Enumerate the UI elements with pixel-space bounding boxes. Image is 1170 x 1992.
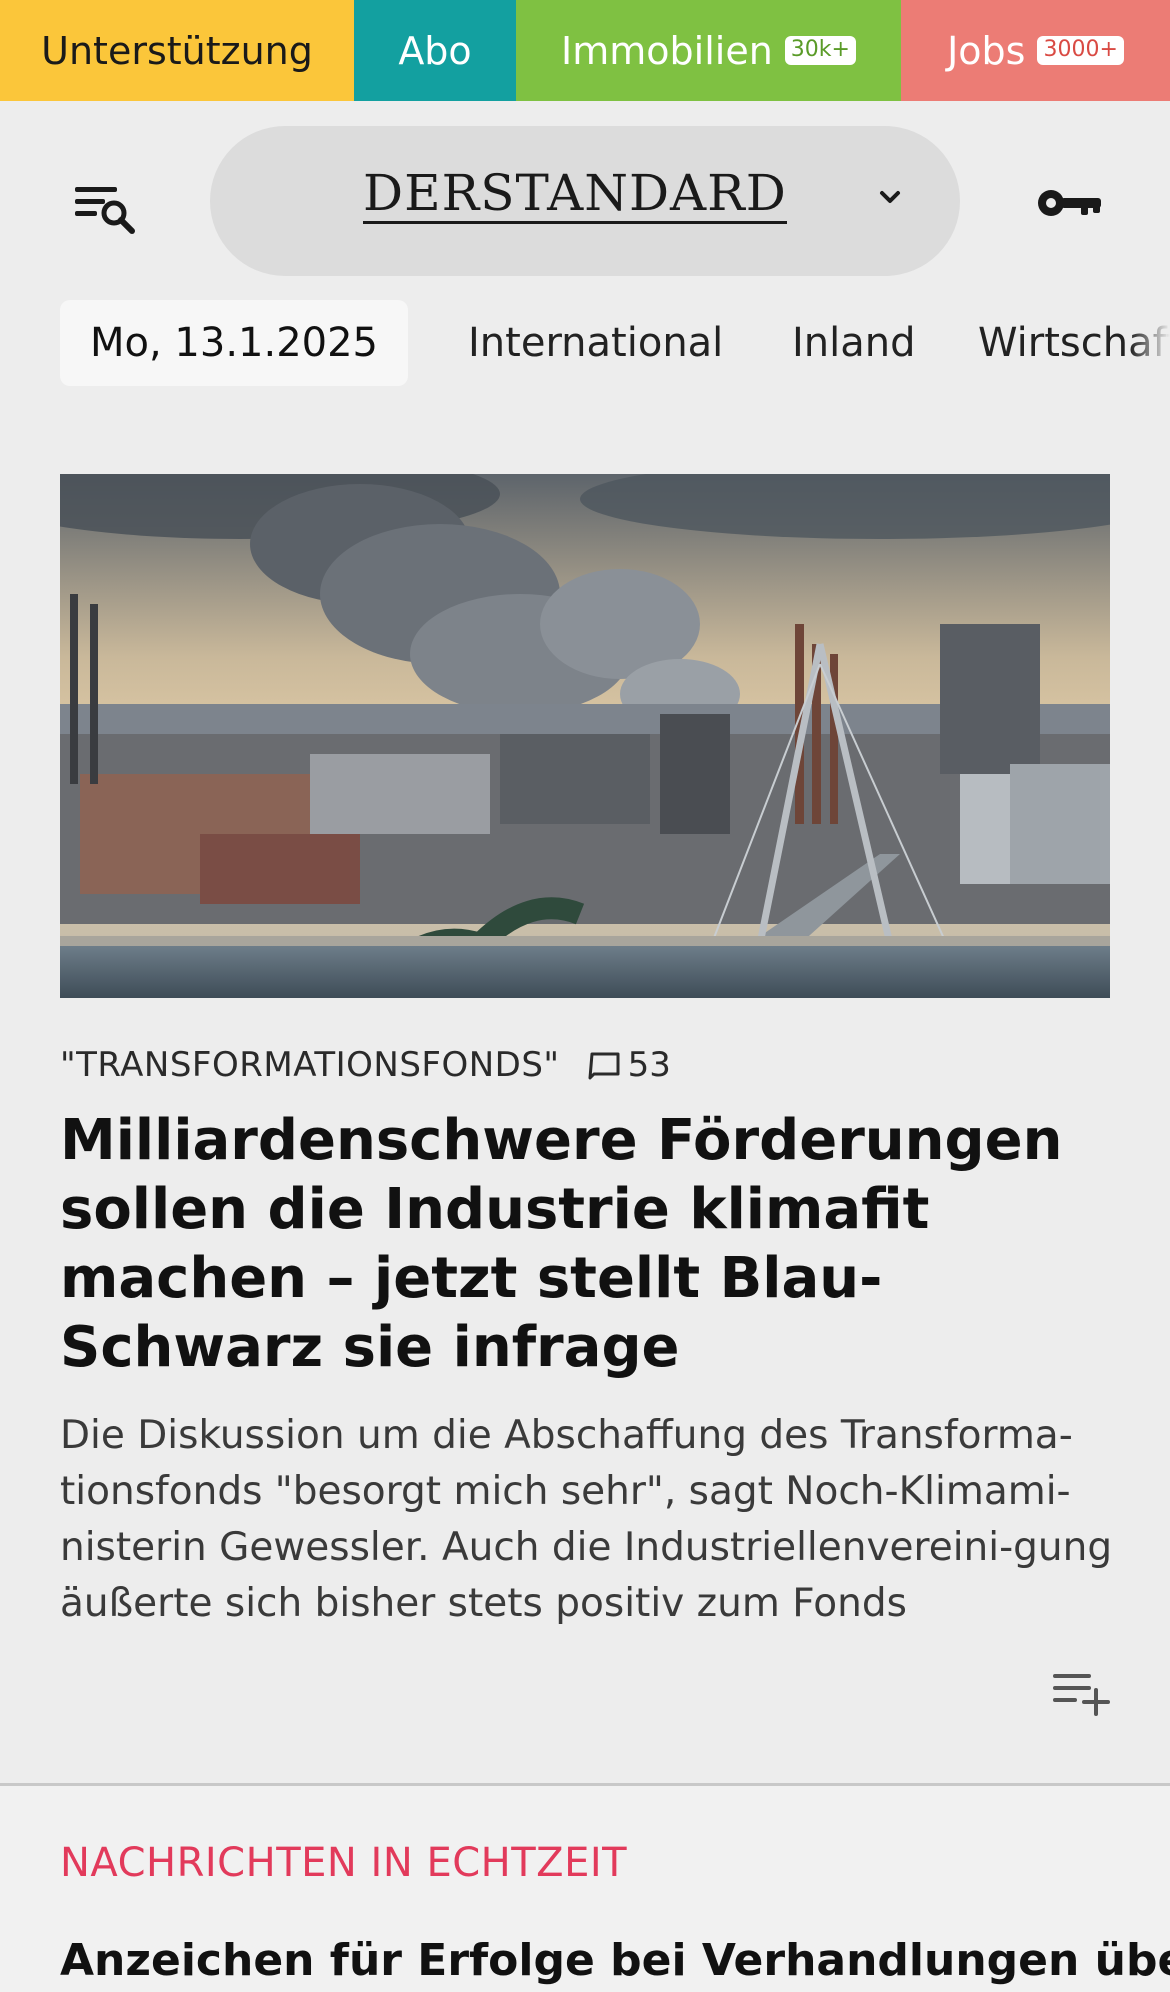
lead-article-image[interactable] xyxy=(60,474,1110,998)
unterstuetzung-label: Unterstützung xyxy=(41,28,313,73)
abo-link[interactable]: Abo xyxy=(354,0,516,101)
nav-item-inland[interactable]: Inland xyxy=(792,300,916,386)
comment-count[interactable]: 53 xyxy=(628,1045,671,1085)
chevron-down-icon[interactable] xyxy=(870,178,910,218)
nav-item-international[interactable]: International xyxy=(468,300,723,386)
date-chip[interactable]: Mo, 13.1.2025 xyxy=(60,300,408,386)
live-news-headline[interactable]: Anzeichen für Erfolge bei Verhandlungen … xyxy=(60,1935,1170,1986)
nav-fade xyxy=(1130,300,1170,386)
live-news-title: NACHRICHTEN IN ECHTZEIT xyxy=(60,1840,628,1886)
jobs-label: Jobs xyxy=(947,28,1026,73)
lead-kicker-row: "TRANSFORMATIONSFONDS" 53 xyxy=(60,1043,671,1087)
menu-search-icon[interactable] xyxy=(70,177,140,237)
section-nav: Mo, 13.1.2025 International Inland Wirts… xyxy=(0,300,1170,388)
brand-switcher[interactable]: DERSTANDARD xyxy=(210,126,960,276)
service-bar: Unterstützung Abo Immobilien 30k+ Jobs 3… xyxy=(0,0,1170,101)
immobilien-link[interactable]: Immobilien 30k+ xyxy=(516,0,901,101)
jobs-link[interactable]: Jobs 3000+ xyxy=(901,0,1170,101)
lead-headline[interactable]: Milliardenschwere Förderungen sollen die… xyxy=(60,1106,1120,1382)
abo-label: Abo xyxy=(398,28,472,73)
add-to-list-icon[interactable] xyxy=(1050,1668,1112,1718)
lead-kicker: "TRANSFORMATIONSFONDS" xyxy=(60,1045,560,1085)
key-icon[interactable] xyxy=(1035,181,1105,226)
comment-icon[interactable] xyxy=(586,1050,622,1080)
unterstuetzung-link[interactable]: Unterstützung xyxy=(0,0,354,101)
jobs-count-badge: 3000+ xyxy=(1037,36,1124,65)
site-header: DERSTANDARD xyxy=(0,101,1170,296)
immobilien-count-badge: 30k+ xyxy=(784,36,856,65)
site-logo[interactable]: DERSTANDARD xyxy=(363,166,787,224)
immobilien-label: Immobilien xyxy=(561,28,773,73)
lead-teaser: Die Diskussion um die Abschaffung des Tr… xyxy=(60,1413,1113,1626)
